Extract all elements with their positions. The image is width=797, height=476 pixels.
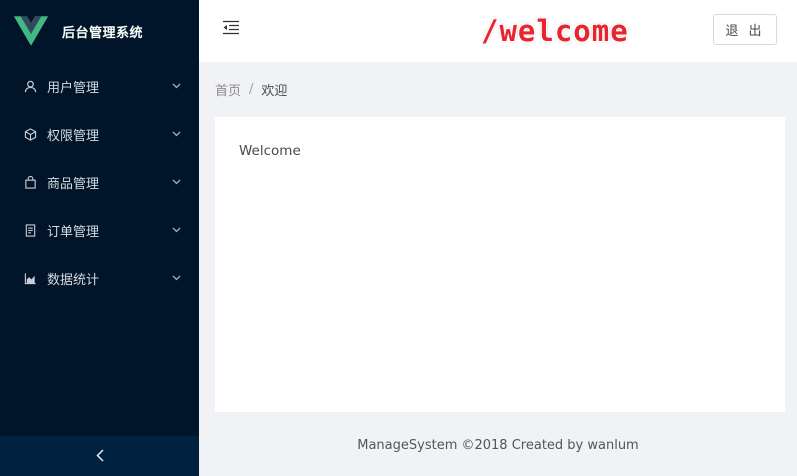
- sidebar-item-label: 用户管理: [47, 80, 100, 96]
- welcome-text: Welcome: [239, 143, 301, 159]
- content-card: Welcome: [215, 117, 785, 412]
- logo-area[interactable]: 后台管理系统: [0, 0, 199, 62]
- footer-copyright: ManageSystem ©2018 Created by wanlum: [357, 438, 639, 453]
- receipt-icon: [23, 223, 37, 237]
- menu-fold-button[interactable]: [221, 20, 241, 38]
- vue-logo-icon: [14, 16, 48, 46]
- sidebar-item-label: 商品管理: [47, 176, 100, 192]
- app-title: 后台管理系统: [62, 25, 144, 41]
- chevron-down-icon: [171, 225, 181, 235]
- sidebar-item-orders[interactable]: 订单管理: [0, 206, 199, 254]
- route-path-title: /welcome: [481, 14, 629, 48]
- sidebar-item-permissions[interactable]: 权限管理: [0, 110, 199, 158]
- sidebar-item-label: 订单管理: [47, 224, 100, 240]
- sidebar-item-statistics[interactable]: 数据统计: [0, 254, 199, 302]
- user-icon: [23, 79, 37, 93]
- chevron-down-icon: [171, 129, 181, 139]
- sidebar-item-label: 权限管理: [47, 128, 100, 144]
- menu-fold-icon: [222, 20, 240, 39]
- breadcrumb: 首页 / 欢迎: [215, 80, 287, 99]
- breadcrumb-separator: /: [249, 82, 254, 97]
- sidebar: 后台管理系统 用户管理 权限管理 商品管理 订单管理 数据统计: [0, 0, 199, 476]
- cube-icon: [23, 127, 37, 141]
- sidebar-item-products[interactable]: 商品管理: [0, 158, 199, 206]
- sidebar-collapse-button[interactable]: [0, 436, 199, 476]
- top-header: /welcome 退 出: [199, 0, 797, 62]
- chevron-down-icon: [171, 177, 181, 187]
- sidebar-menu: 用户管理 权限管理 商品管理 订单管理 数据统计: [0, 62, 199, 302]
- sidebar-item-label: 数据统计: [47, 272, 100, 288]
- chevron-down-icon: [171, 81, 181, 91]
- area-chart-icon: [23, 271, 37, 285]
- shopping-bag-icon: [23, 175, 37, 189]
- breadcrumb-home-link[interactable]: 首页: [215, 80, 241, 99]
- chevron-down-icon: [171, 273, 181, 283]
- chevron-left-icon: [95, 447, 104, 466]
- sidebar-item-users[interactable]: 用户管理: [0, 62, 199, 110]
- breadcrumb-current: 欢迎: [261, 84, 288, 99]
- logout-button[interactable]: 退 出: [713, 14, 777, 45]
